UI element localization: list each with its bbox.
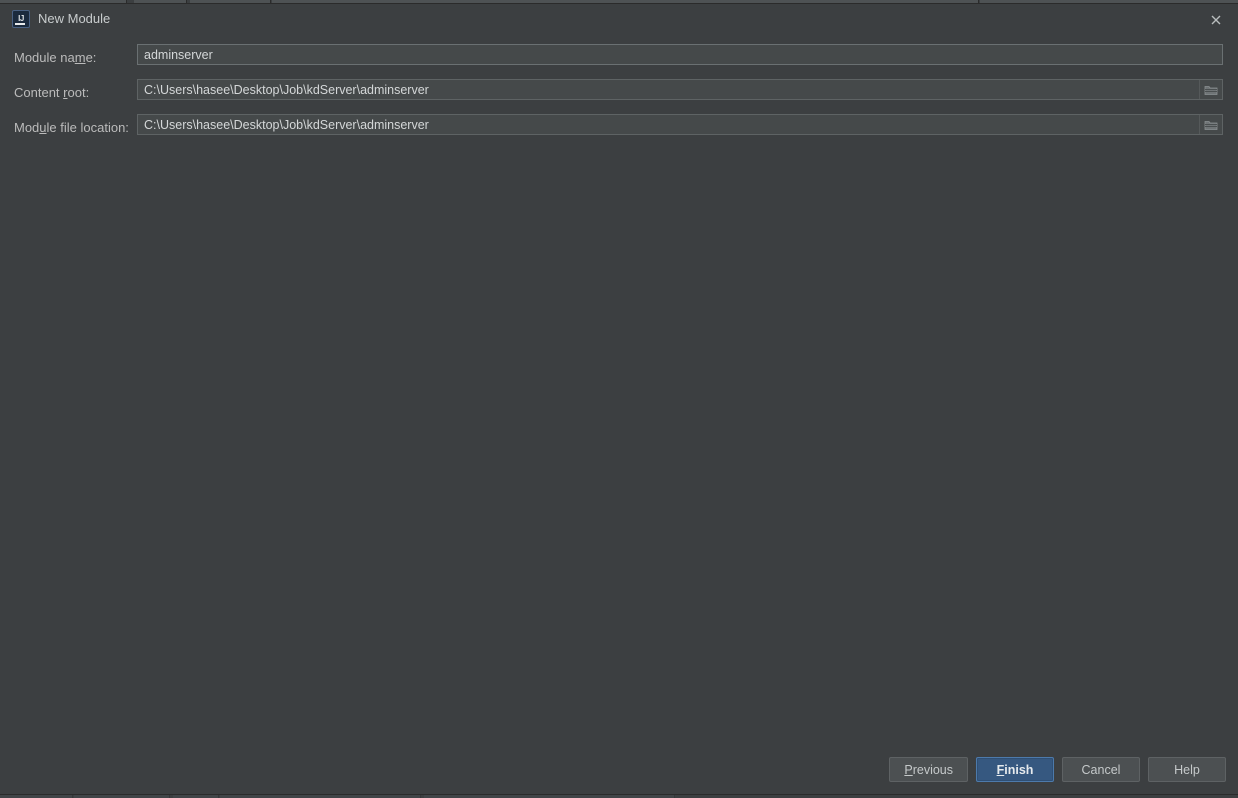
module-file-location-label-text: Mod <box>14 120 40 135</box>
module-form: Module name: adminserver Content root: C:\U… <box>0 42 1238 147</box>
cancel-button-text: Cancel <box>1081 762 1121 777</box>
content-root-label: Content root: <box>14 85 89 100</box>
module-name-label: Module name: <box>14 50 96 65</box>
folder-browse-icon[interactable] <box>1199 80 1222 99</box>
module-name-label-text: Module na <box>14 50 75 65</box>
module-file-location-label: Module file location: <box>14 120 129 135</box>
intellij-idea-icon: IJ <box>12 10 30 28</box>
dialog-title: New Module <box>38 11 111 26</box>
previous-button-mnemonic: P <box>904 762 913 777</box>
module-file-location-value: C:\Users\hasee\Desktop\Job\kdServer\admi… <box>144 117 429 132</box>
content-root-label-text: Content <box>14 85 64 100</box>
form-row-content-root: Content root: C:\Users\hasee\Desktop\Job\… <box>0 77 1238 112</box>
dialog-title-bar: IJ New Module <box>0 4 1238 34</box>
module-name-value: adminserver <box>144 47 213 62</box>
intellij-idea-icon-text: IJ <box>18 14 24 23</box>
module-file-location-label-suffix: le file location: <box>46 120 129 135</box>
module-file-location-label-mnemonic: u <box>39 120 47 135</box>
finish-button-suffix: inish <box>1004 762 1034 777</box>
cancel-button[interactable]: Cancel <box>1062 757 1140 782</box>
finish-button[interactable]: Finish <box>976 757 1054 782</box>
close-icon[interactable] <box>1204 9 1228 31</box>
module-name-label-mnemonic: m <box>74 50 86 65</box>
previous-button[interactable]: Previous <box>889 757 968 782</box>
dialog-content-area <box>0 154 1238 746</box>
form-row-module-file-location: Module file location: C:\Users\hasee\Desk… <box>0 112 1238 147</box>
finish-button-mnemonic: F <box>996 762 1005 777</box>
help-button[interactable]: Help <box>1148 757 1226 782</box>
content-root-input[interactable]: C:\Users\hasee\Desktop\Job\kdServer\admi… <box>137 79 1223 100</box>
dialog-button-bar: Previous Finish Cancel Help <box>889 757 1226 782</box>
module-file-location-input[interactable]: C:\Users\hasee\Desktop\Job\kdServer\admi… <box>137 114 1223 135</box>
content-root-label-suffix: oot: <box>67 85 90 100</box>
module-name-label-suffix: e: <box>85 50 97 65</box>
folder-browse-icon[interactable] <box>1199 115 1222 134</box>
previous-button-suffix: revious <box>912 762 953 777</box>
new-module-dialog: IJ New Module Module name: adminserver Con… <box>0 4 1238 794</box>
module-name-input[interactable]: adminserver <box>137 44 1223 65</box>
help-button-text: Help <box>1174 762 1200 777</box>
intellij-idea-icon-bar <box>15 23 25 25</box>
form-row-module-name: Module name: adminserver <box>0 42 1238 77</box>
content-root-value: C:\Users\hasee\Desktop\Job\kdServer\admi… <box>144 82 429 97</box>
